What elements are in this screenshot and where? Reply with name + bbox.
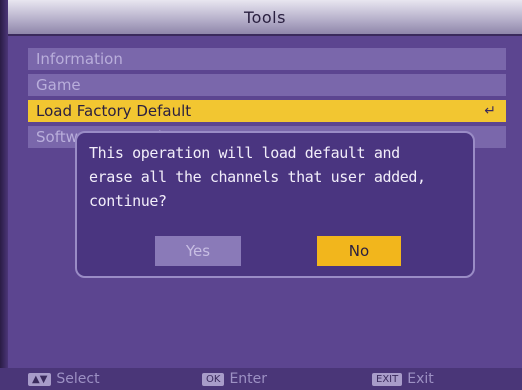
dialog-message-line: continue? [89,192,167,210]
enter-arrow-icon: ↵ [484,103,496,119]
menu-item-load-factory-default[interactable]: Load Factory Default ↵ [28,100,506,122]
no-button[interactable]: No [317,236,401,266]
enter-hint: OK Enter [202,370,267,388]
exit-hint: EXIT Exit [372,370,434,388]
menu-item-label: Load Factory Default [36,102,192,120]
dialog-message: This operation will load default and era… [89,141,469,213]
footer-hints: ▲▼ Select OK Enter EXIT Exit [0,368,522,390]
title-bar: Tools [8,0,522,36]
menu-item-label: Game [36,76,81,94]
ok-key-icon: OK [202,372,225,386]
menu-item-game[interactable]: Game [28,74,506,96]
confirm-dialog: This operation will load default and era… [75,131,475,278]
page-title: Tools [244,7,286,27]
exit-key-icon: EXIT [372,372,403,386]
menu-item-information[interactable]: Information [28,48,506,70]
select-hint-label: Select [56,371,100,387]
dialog-message-line: erase all the channels that user added, [89,168,426,186]
exit-hint-label: Exit [407,371,434,387]
enter-hint-label: Enter [229,371,268,387]
screen-bezel-edge [0,0,8,390]
dialog-message-line: This operation will load default and [89,144,400,162]
yes-button[interactable]: Yes [155,236,241,266]
arrow-keys-icon: ▲▼ [28,372,52,386]
select-hint: ▲▼ Select [28,370,100,388]
tv-screen: Tools Information Game Load Factory Defa… [0,0,522,390]
menu-item-label: Information [36,50,123,68]
